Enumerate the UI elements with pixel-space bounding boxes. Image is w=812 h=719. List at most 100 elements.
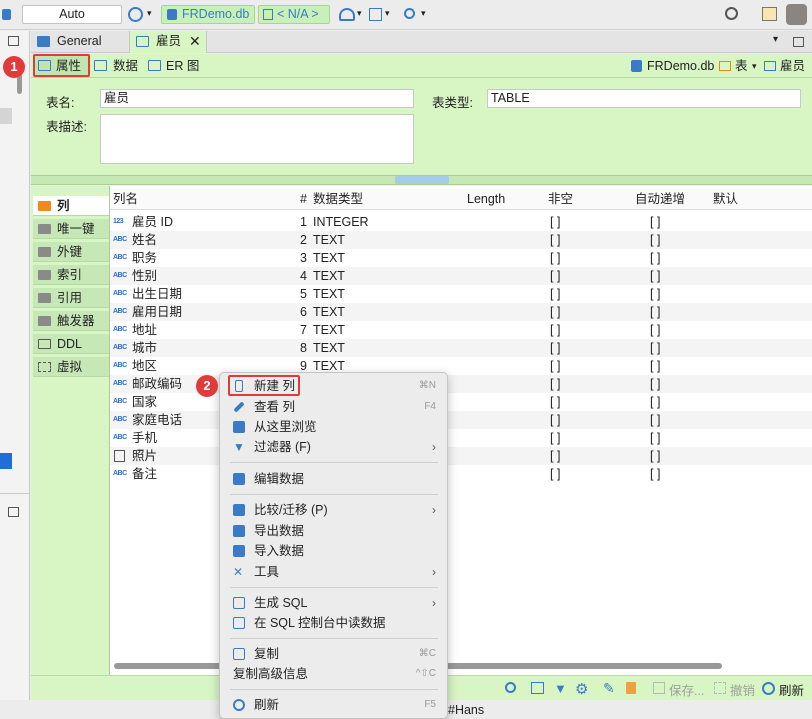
cell-autoinc[interactable]: [ ] [650, 213, 660, 231]
cell-autoinc[interactable]: [ ] [650, 285, 660, 303]
table-type-input[interactable]: TABLE [487, 89, 801, 108]
menu-item-edit-data[interactable]: 编辑数据 [230, 469, 438, 489]
cell-notnull[interactable]: [ ] [550, 231, 560, 249]
menu-item-browse-from-here[interactable]: 从这里浏览 [230, 417, 438, 437]
cell-notnull[interactable]: [ ] [550, 465, 560, 483]
table-row[interactable]: ABC 出生日期 5 TEXT [ ] [ ] [110, 285, 812, 303]
cell-notnull[interactable]: [ ] [550, 447, 560, 465]
collapse-icon[interactable] [395, 176, 449, 184]
table-row[interactable]: ABC 国家 [ ] [ ] [110, 393, 812, 411]
table-row[interactable]: ABC 地址 7 TEXT [ ] [ ] [110, 321, 812, 339]
table-row[interactable]: ABC 姓名 2 TEXT [ ] [ ] [110, 231, 812, 249]
maximize-icon[interactable] [793, 37, 804, 47]
menu-item-export-data[interactable]: 导出数据 [230, 521, 438, 541]
cell-autoinc[interactable]: [ ] [650, 339, 660, 357]
menu-item-import-data[interactable]: 导入数据 [230, 541, 438, 561]
database-select[interactable]: FRDemo.db [161, 5, 255, 24]
auto-commit-select[interactable]: Auto [22, 5, 122, 24]
col-header-autoinc[interactable]: 自动递增 [635, 190, 685, 208]
tree-icon[interactable] [531, 682, 544, 694]
menu-item-filter[interactable]: ▼ 过滤器 (F) › [230, 437, 438, 457]
breadcrumb-table[interactable]: 雇员 [780, 56, 805, 76]
table-row[interactable]: 照片 [ ] [ ] [110, 447, 812, 465]
chevron-down-icon[interactable]: ▾ [385, 8, 390, 19]
history-icon[interactable] [128, 7, 143, 22]
table-row[interactable]: ABC 城市 8 TEXT [ ] [ ] [110, 339, 812, 357]
col-header-name[interactable]: 列名 [113, 190, 138, 208]
trash-icon[interactable] [626, 682, 636, 694]
menu-item-refresh[interactable]: 刷新 F5 [230, 695, 438, 715]
sidebar-item-ddl[interactable]: DDL [33, 334, 109, 354]
cell-autoinc[interactable]: [ ] [650, 429, 660, 447]
chevron-down-icon[interactable]: ▾ [773, 34, 778, 45]
table-name-input[interactable]: 雇员 [100, 89, 414, 108]
maximize-icon[interactable] [8, 36, 19, 46]
cell-notnull[interactable]: [ ] [550, 339, 560, 357]
tab-employee[interactable]: 雇员 ✕ [130, 31, 207, 53]
subtab-er-diagram[interactable]: ER 图 [144, 56, 204, 76]
lock-icon[interactable] [2, 9, 11, 20]
cell-autoinc[interactable]: [ ] [650, 357, 660, 375]
table-row[interactable]: ABC 性别 4 TEXT [ ] [ ] [110, 267, 812, 285]
menu-item-tools[interactable]: ✕ 工具 › [230, 562, 438, 582]
cell-autoinc[interactable]: [ ] [650, 393, 660, 411]
menu-item-generate-sql[interactable]: 生成 SQL › [230, 593, 438, 613]
menu-item-copy[interactable]: 复制 ⌘C [230, 644, 438, 664]
table-row[interactable]: ABC 职务 3 TEXT [ ] [ ] [110, 249, 812, 267]
gear-icon[interactable]: ⚙ [575, 680, 588, 698]
cell-autoinc[interactable]: [ ] [650, 249, 660, 267]
sidebar-item-references[interactable]: 引用 [33, 288, 109, 308]
table-row[interactable]: ABC 家庭电话 [ ] [ ] [110, 411, 812, 429]
save-button[interactable]: 保存... [653, 680, 704, 699]
cell-autoinc[interactable]: [ ] [650, 321, 660, 339]
cell-notnull[interactable]: [ ] [550, 411, 560, 429]
tab-general[interactable]: General [31, 31, 130, 53]
search-icon[interactable] [725, 7, 738, 20]
chevron-down-icon[interactable]: ▾ [752, 56, 757, 76]
refresh-button[interactable]: 刷新 [762, 680, 804, 699]
chevron-down-icon[interactable]: ▾ [147, 8, 152, 19]
avatar[interactable] [786, 4, 807, 25]
dashboard-icon[interactable] [339, 8, 355, 21]
cell-notnull[interactable]: [ ] [550, 321, 560, 339]
table-row[interactable]: ABC 雇用日期 6 TEXT [ ] [ ] [110, 303, 812, 321]
filter-icon[interactable]: ▼ [554, 681, 567, 696]
col-header-notnull[interactable]: 非空 [548, 190, 573, 208]
breadcrumb-type[interactable]: 表 [735, 56, 748, 76]
col-header-num[interactable]: # [300, 190, 307, 208]
pencil-icon[interactable]: ✎ [603, 680, 615, 697]
menu-item-view-column[interactable]: 查看 列 F4 [230, 397, 438, 417]
cell-autoinc[interactable]: [ ] [650, 465, 660, 483]
cell-notnull[interactable]: [ ] [550, 429, 560, 447]
cell-notnull[interactable]: [ ] [550, 285, 560, 303]
sidebar-item-columns[interactable]: 列 [33, 196, 109, 216]
cell-notnull[interactable]: [ ] [550, 267, 560, 285]
chevron-down-icon[interactable]: ▾ [421, 8, 426, 19]
cell-autoinc[interactable]: [ ] [650, 447, 660, 465]
maximize-icon[interactable] [8, 507, 19, 517]
close-icon[interactable]: ✕ [189, 31, 201, 52]
col-header-length[interactable]: Length [467, 190, 505, 208]
menu-item-compare-migrate[interactable]: 比较/迁移 (P) › [230, 500, 438, 520]
chevron-down-icon[interactable]: ▾ [357, 8, 362, 19]
menu-item-copy-advanced[interactable]: 复制高级信息 ^⇧C [230, 664, 438, 684]
table-row[interactable]: 123 雇员 ID 1 INTEGER [ ] [ ] [110, 213, 812, 231]
tree-icon[interactable] [369, 8, 382, 21]
cell-notnull[interactable]: [ ] [550, 375, 560, 393]
cell-autoinc[interactable]: [ ] [650, 375, 660, 393]
table-row[interactable]: ABC 地区 9 TEXT[ ][ ] [110, 357, 812, 375]
sidebar-item-virtual[interactable]: 虚拟 [33, 357, 109, 377]
perspective-icon[interactable] [762, 7, 777, 21]
subtab-data[interactable]: 数据 [91, 56, 143, 76]
panel-splitter[interactable] [31, 175, 812, 185]
sidebar-item-indexes[interactable]: 索引 [33, 265, 109, 285]
table-row[interactable]: ABC 手机 [ ] [ ] [110, 429, 812, 447]
search-icon[interactable] [505, 682, 516, 693]
sidebar-item-unique-keys[interactable]: 唯一键 [33, 219, 109, 239]
sidebar-item-foreign-keys[interactable]: 外键 [33, 242, 109, 262]
cell-notnull[interactable]: [ ] [550, 303, 560, 321]
list-item[interactable] [0, 453, 12, 469]
cell-autoinc[interactable]: [ ] [650, 411, 660, 429]
menu-item-read-in-sql-console[interactable]: 在 SQL 控制台中读数据 [230, 613, 438, 633]
table-row[interactable]: ABC 备注 [ ] [ ] [110, 465, 812, 483]
